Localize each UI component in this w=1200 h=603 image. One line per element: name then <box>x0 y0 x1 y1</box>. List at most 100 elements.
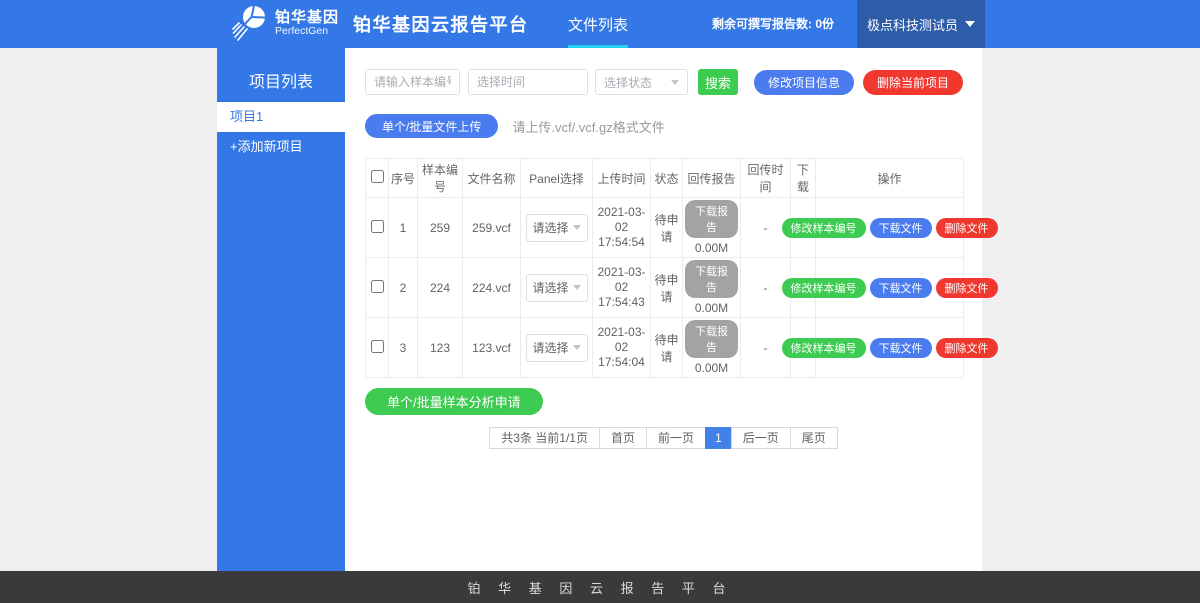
cell-status: 待申请 <box>651 258 683 318</box>
panel-select-value: 请选择 <box>533 339 569 356</box>
col-upload-time: 上传时间 <box>593 159 651 198</box>
cell-index: 2 <box>389 258 418 318</box>
row-actions: 修改样本编号 下载文件 删除文件 <box>818 278 961 298</box>
edit-sample-button[interactable]: 修改样本编号 <box>782 218 866 238</box>
pagination: 共3条 当前1/1页 首页 前一页 1 后一页 尾页 <box>365 427 963 449</box>
pagination-prev[interactable]: 前一页 <box>646 427 706 449</box>
time-input[interactable] <box>468 69 588 95</box>
upload-files-button[interactable]: 单个/批量文件上传 <box>365 114 498 138</box>
table-row: 2 224 224.vcf 请选择 2021-03-02 17:54:43 待申… <box>366 258 964 318</box>
sample-id-input[interactable] <box>365 69 460 95</box>
cell-report: 下载报告 0.00M <box>683 258 741 318</box>
download-report-button[interactable]: 下载报告 <box>685 320 738 358</box>
col-panel: Panel选择 <box>521 159 593 198</box>
upload-format-hint: 请上传.vcf/.vcf.gz格式文件 <box>512 117 664 136</box>
col-actions: 操作 <box>816 159 964 198</box>
row-checkbox[interactable] <box>371 220 384 233</box>
col-download: 下载 <box>791 159 816 198</box>
search-toolbar: 选择状态 搜索 修改项目信息 删除当前项目 <box>365 69 963 95</box>
delete-project-button[interactable]: 删除当前项目 <box>863 70 963 95</box>
cell-upload-time: 2021-03-02 17:54:43 <box>593 258 651 318</box>
col-return-time: 回传时间 <box>741 159 791 198</box>
col-file-name: 文件名称 <box>463 159 521 198</box>
row-actions: 修改样本编号 下载文件 删除文件 <box>818 338 961 358</box>
top-header: 铂华基因 PerfectGen 铂华基因云报告平台 文件列表 剩余可撰写报告数:… <box>0 0 1200 48</box>
chevron-down-icon <box>671 80 679 85</box>
edit-sample-button[interactable]: 修改样本编号 <box>782 278 866 298</box>
pagination-next[interactable]: 后一页 <box>731 427 791 449</box>
status-select[interactable]: 选择状态 <box>595 69 688 95</box>
brand-logo: 铂华基因 PerfectGen <box>232 3 339 46</box>
cell-upload-time: 2021-03-02 17:54:54 <box>593 198 651 258</box>
download-file-button[interactable]: 下载文件 <box>870 338 932 358</box>
chevron-down-icon <box>573 345 581 350</box>
panel-select[interactable]: 请选择 <box>526 274 588 302</box>
tab-file-list-label: 文件列表 <box>568 14 628 35</box>
pagination-last[interactable]: 尾页 <box>790 427 838 449</box>
page-body: 项目列表 项目1 +添加新项目 选择状态 搜索 修改项目信息 删除当前项目 单个… <box>0 48 1200 571</box>
cell-report: 下载报告 0.00M <box>683 318 741 378</box>
main-content: 选择状态 搜索 修改项目信息 删除当前项目 单个/批量文件上传 请上传.vcf/… <box>345 48 982 571</box>
row-checkbox[interactable] <box>371 340 384 353</box>
tab-file-list[interactable]: 文件列表 <box>566 0 630 48</box>
col-sample-id: 样本编号 <box>418 159 463 198</box>
panel-select[interactable]: 请选择 <box>526 214 588 242</box>
col-status: 状态 <box>651 159 683 198</box>
cell-upload-time: 2021-03-02 17:54:04 <box>593 318 651 378</box>
files-table: 序号 样本编号 文件名称 Panel选择 上传时间 状态 回传报告 回传时间 下… <box>365 158 964 378</box>
report-size: 0.00M <box>685 301 738 315</box>
select-all-cell <box>366 159 389 198</box>
col-report: 回传报告 <box>683 159 741 198</box>
chevron-down-icon <box>573 225 581 230</box>
cell-sample-id: 224 <box>418 258 463 318</box>
status-select-value: 选择状态 <box>604 74 652 91</box>
user-menu[interactable]: 极点科技测试员 <box>857 0 985 48</box>
download-report-button[interactable]: 下载报告 <box>685 260 738 298</box>
panel-select-value: 请选择 <box>533 219 569 236</box>
sidebar-title: 项目列表 <box>217 48 345 102</box>
select-all-checkbox[interactable] <box>371 170 384 183</box>
cell-file-name: 259.vcf <box>463 198 521 258</box>
chevron-down-icon <box>573 285 581 290</box>
upload-row: 单个/批量文件上传 请上传.vcf/.vcf.gz格式文件 <box>365 114 963 138</box>
search-button[interactable]: 搜索 <box>698 69 738 95</box>
page-title: 铂华基因云报告平台 <box>353 11 529 37</box>
sidebar-item-project-1[interactable]: 项目1 <box>217 102 345 132</box>
footer-text: 铂 华 基 因 云 报 告 平 台 <box>468 578 733 597</box>
edit-sample-button[interactable]: 修改样本编号 <box>782 338 866 358</box>
cell-status: 待申请 <box>651 198 683 258</box>
download-file-button[interactable]: 下载文件 <box>870 278 932 298</box>
analysis-request-button[interactable]: 单个/批量样本分析申请 <box>365 388 543 415</box>
user-name: 极点科技测试员 <box>867 15 958 34</box>
sidebar-item-add-project[interactable]: +添加新项目 <box>217 132 345 162</box>
cell-sample-id: 123 <box>418 318 463 378</box>
page-footer: 铂 华 基 因 云 报 告 平 台 <box>0 571 1200 603</box>
brand-name-cn: 铂华基因 <box>275 10 339 27</box>
report-quota-text: 剩余可撰写报告数: 0份 <box>712 0 834 48</box>
left-gutter <box>0 48 217 571</box>
download-file-button[interactable]: 下载文件 <box>870 218 932 238</box>
table-header-row: 序号 样本编号 文件名称 Panel选择 上传时间 状态 回传报告 回传时间 下… <box>366 159 964 198</box>
chevron-down-icon <box>965 21 975 27</box>
edit-project-button[interactable]: 修改项目信息 <box>754 70 854 95</box>
perfectgen-logo-icon <box>232 3 268 46</box>
table-row: 3 123 123.vcf 请选择 2021-03-02 17:54:04 待申… <box>366 318 964 378</box>
cell-file-name: 224.vcf <box>463 258 521 318</box>
cell-report: 下载报告 0.00M <box>683 198 741 258</box>
brand-name-en: PerfectGen <box>275 26 339 38</box>
cell-status: 待申请 <box>651 318 683 378</box>
row-actions: 修改样本编号 下载文件 删除文件 <box>818 218 961 238</box>
panel-select[interactable]: 请选择 <box>526 334 588 362</box>
brand-text: 铂华基因 PerfectGen <box>275 10 339 38</box>
pagination-first[interactable]: 首页 <box>599 427 647 449</box>
table-row: 1 259 259.vcf 请选择 2021-03-02 17:54:54 待申… <box>366 198 964 258</box>
pagination-summary: 共3条 当前1/1页 <box>489 427 600 449</box>
cell-sample-id: 259 <box>418 198 463 258</box>
project-sidebar: 项目列表 项目1 +添加新项目 <box>217 48 345 571</box>
download-report-button[interactable]: 下载报告 <box>685 200 738 238</box>
report-size: 0.00M <box>685 241 738 255</box>
active-tab-underline <box>568 45 628 48</box>
row-checkbox[interactable] <box>371 280 384 293</box>
pagination-page-1[interactable]: 1 <box>705 427 732 449</box>
report-size: 0.00M <box>685 361 738 375</box>
